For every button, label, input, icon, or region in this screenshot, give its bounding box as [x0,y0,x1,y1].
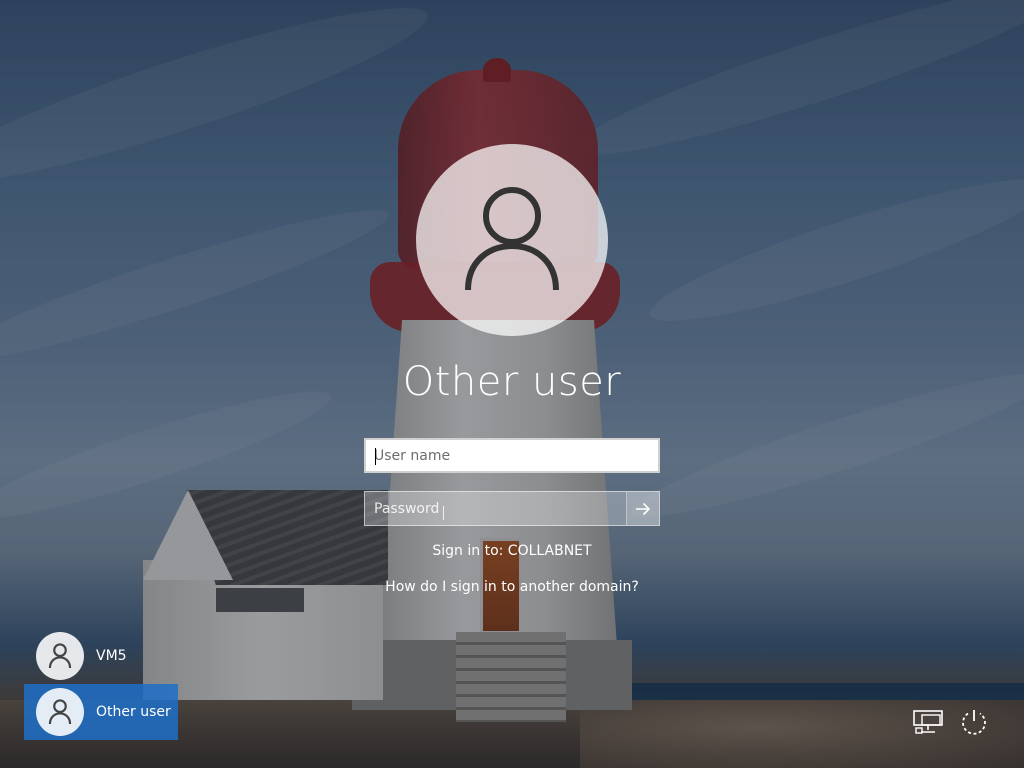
power-button[interactable] [958,706,990,738]
user-avatar [36,632,84,680]
submit-button[interactable] [626,492,659,525]
user-silhouette-icon [465,187,559,291]
network-button[interactable] [912,706,944,738]
user-silhouette-icon [48,699,72,725]
user-tile-label: Other user [96,704,171,720]
domain-help-link[interactable]: How do I sign in to another domain? [312,579,712,595]
network-icon [913,710,943,734]
selected-user-avatar [416,144,608,336]
user-silhouette-icon [48,643,72,669]
sign-in-domain-label: Sign in to: COLLABNET [432,543,592,559]
selected-user-name: Other user [402,359,622,405]
user-tile-vm5[interactable]: VM5 [24,628,178,684]
username-field-container [364,438,660,473]
arrow-right-icon [636,502,651,515]
password-field-container [364,491,660,526]
password-input[interactable] [365,492,627,525]
user-avatar [36,688,84,736]
user-tile-other-user[interactable]: Other user [24,684,178,740]
lock-screen: Other user Sign in to: COLLABNET How do … [0,0,1024,768]
username-input[interactable] [366,440,658,471]
ibeam-cursor [443,506,444,520]
user-tile-label: VM5 [96,648,127,664]
text-caret [375,448,376,465]
power-icon [962,710,986,735]
